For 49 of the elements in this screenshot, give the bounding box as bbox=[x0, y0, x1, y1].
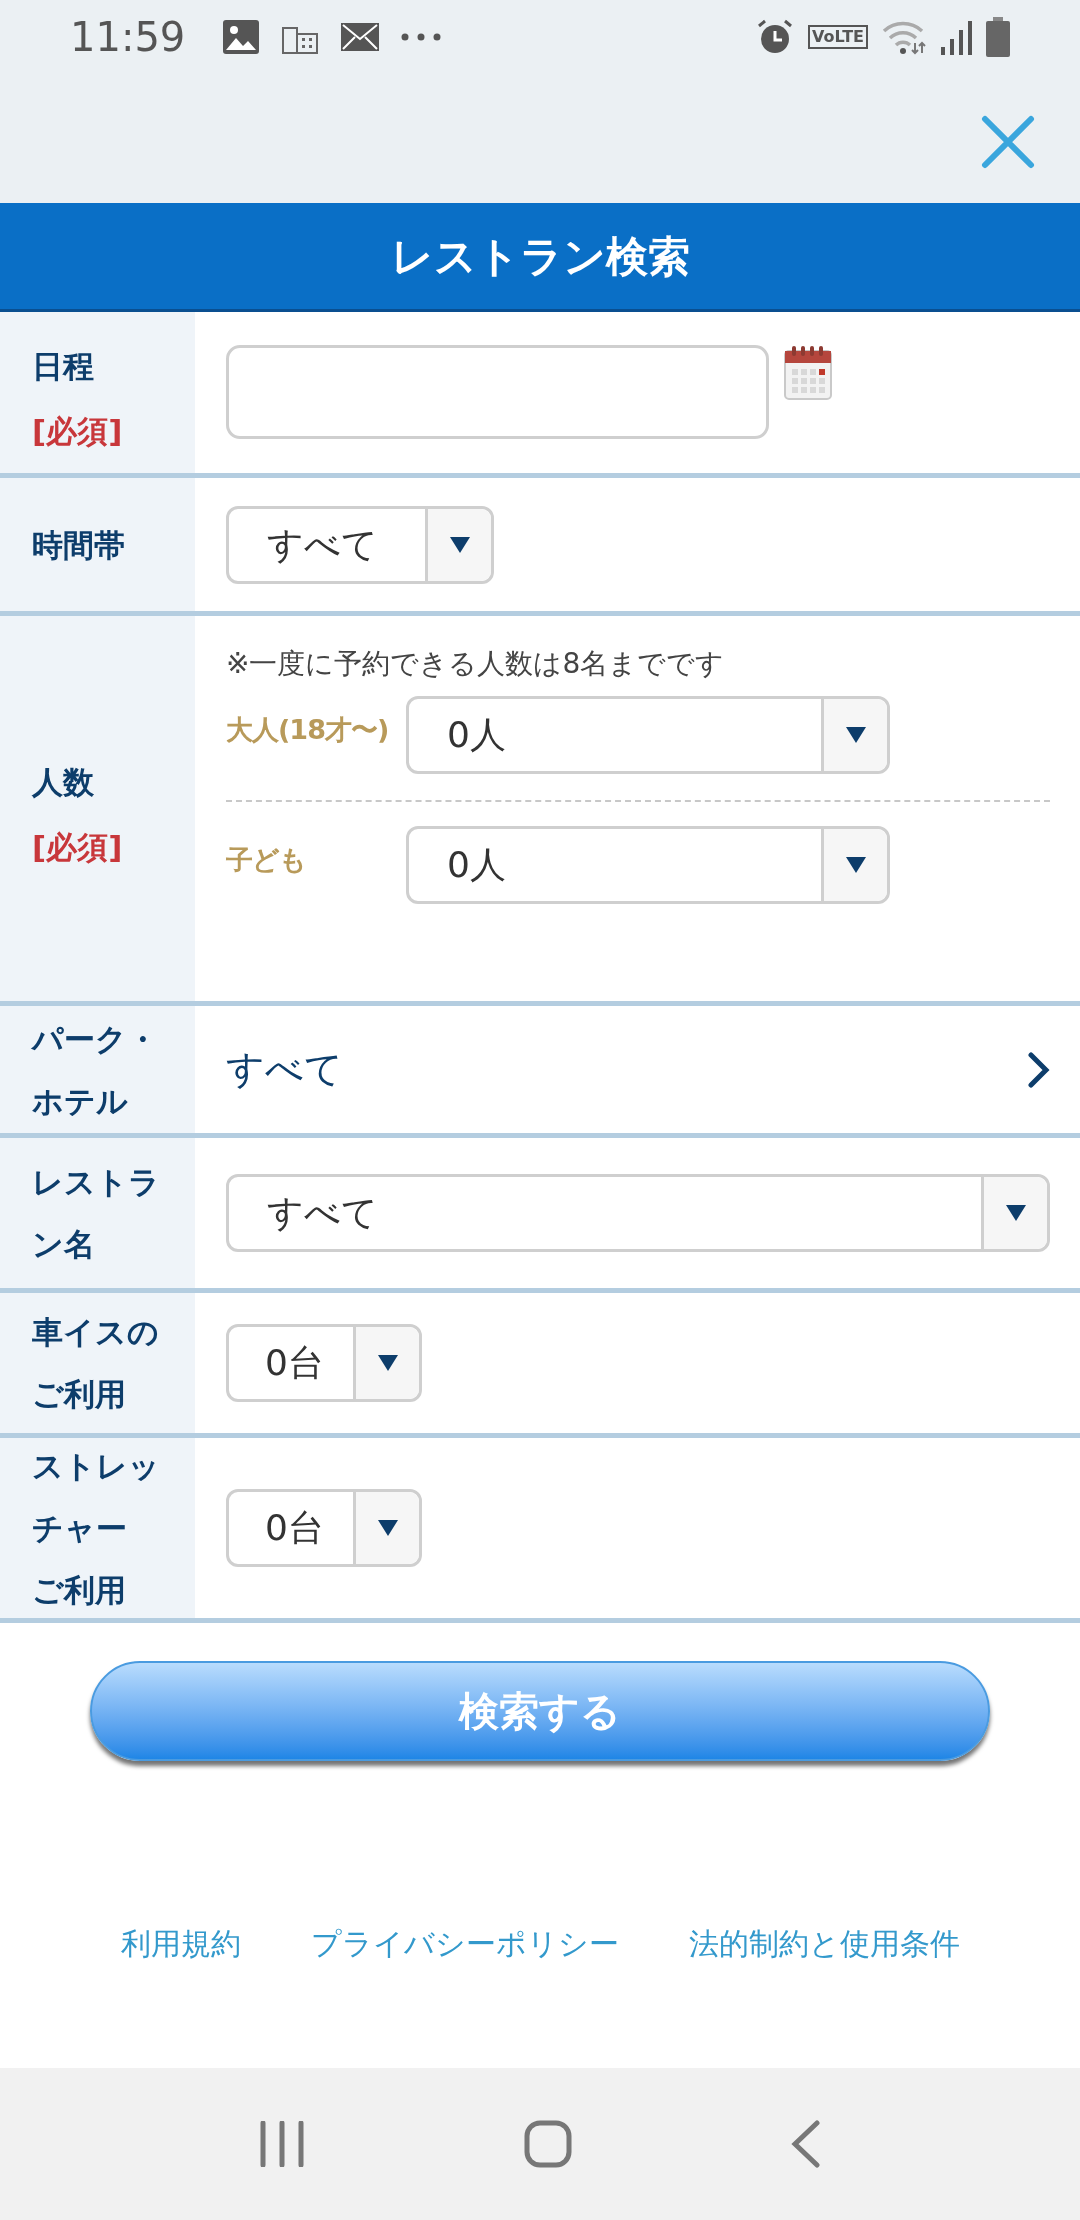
battery-icon bbox=[986, 17, 1010, 57]
calendar-icon[interactable] bbox=[783, 345, 833, 401]
caret-icon bbox=[376, 1519, 399, 1537]
signal-icon bbox=[940, 19, 972, 55]
dropdown[interactable]: 0台 bbox=[226, 1324, 422, 1402]
field-label: 日程 bbox=[32, 346, 95, 386]
link-value: すべて bbox=[226, 1046, 343, 1093]
field-label: 人数 bbox=[32, 762, 95, 802]
dropdown[interactable]: 0人 bbox=[406, 696, 890, 774]
field-label: パーク・ホテル bbox=[32, 1019, 159, 1121]
caret-icon bbox=[844, 856, 867, 874]
person-type-label: 大人(18才〜) bbox=[226, 713, 390, 747]
field-label: ストレッチャー ご利用 bbox=[32, 1447, 161, 1610]
wifi-icon bbox=[882, 19, 926, 55]
page-title: レストラン検索 bbox=[390, 230, 690, 283]
recent-apps-icon[interactable] bbox=[259, 2121, 306, 2167]
person-type-label: 子ども bbox=[226, 843, 307, 877]
caret-icon bbox=[376, 1354, 399, 1372]
note-text: ※一度に予約できる人数は8名までです bbox=[226, 646, 726, 682]
volte-badge: VoLTE bbox=[808, 25, 868, 49]
required-label: [必須] bbox=[32, 411, 124, 451]
dropdown[interactable]: すべて bbox=[226, 1174, 1050, 1252]
dropdown-value: すべて bbox=[266, 1191, 379, 1235]
close-icon bbox=[981, 114, 1035, 169]
status-time: 11:59 bbox=[70, 13, 186, 62]
dropdown-value: 0人 bbox=[446, 713, 507, 757]
field-label: 車イスのご利用 bbox=[32, 1313, 160, 1414]
mail-icon bbox=[341, 23, 380, 51]
dropdown-value: 0台 bbox=[264, 1341, 325, 1385]
dropdown[interactable]: すべて bbox=[226, 505, 494, 584]
caret-icon bbox=[448, 535, 471, 554]
dropdown-value: 0人 bbox=[446, 843, 507, 887]
home-icon[interactable] bbox=[524, 2120, 572, 2168]
date-input[interactable] bbox=[226, 345, 769, 439]
alarm-icon bbox=[756, 18, 795, 56]
dropdown[interactable]: 0人 bbox=[406, 826, 890, 904]
dropdown-value: 0台 bbox=[264, 1506, 325, 1550]
more-icon bbox=[401, 33, 442, 41]
required-label: [必須] bbox=[32, 827, 124, 867]
dropdown[interactable]: 0台 bbox=[226, 1489, 422, 1567]
caret-icon bbox=[1004, 1204, 1027, 1222]
chevron-right-icon bbox=[1028, 1051, 1050, 1088]
back-icon[interactable] bbox=[790, 2120, 821, 2168]
caret-icon bbox=[844, 726, 867, 744]
image-icon bbox=[223, 20, 260, 54]
dropdown-value: すべて bbox=[266, 522, 379, 567]
field-label: レストラン名 bbox=[32, 1163, 161, 1264]
park-hotel-link[interactable]: すべて bbox=[195, 1006, 1080, 1133]
field-label: 時間帯 bbox=[32, 525, 126, 565]
